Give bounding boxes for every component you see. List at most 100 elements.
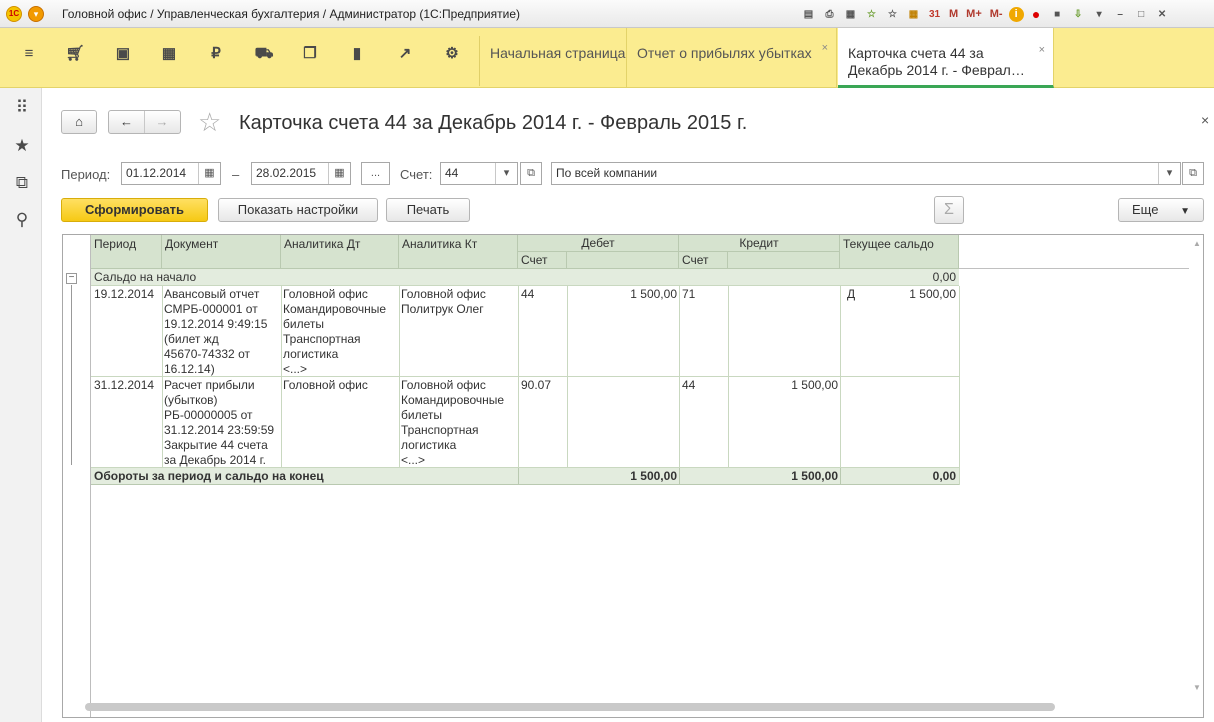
period-select-button[interactable]: ...: [361, 162, 390, 185]
date-from-field[interactable]: 01.12.2014 ▦: [121, 162, 221, 185]
dropdown-icon[interactable]: ▾: [1091, 6, 1108, 23]
stop-icon[interactable]: ■: [1049, 6, 1066, 23]
header-credit-account: Счет: [679, 252, 728, 269]
nav-buttons: ← →: [108, 110, 181, 134]
page-title: Карточка счета 44 за Декабрь 2014 г. - Ф…: [239, 112, 748, 134]
warehouse-icon[interactable]: ▦: [157, 42, 181, 66]
col-divider: [281, 286, 282, 468]
memory-m-button[interactable]: M: [947, 6, 960, 23]
apps-grid-icon[interactable]: ⠿: [11, 97, 33, 119]
favorite-add-icon[interactable]: ☆: [863, 6, 880, 23]
col-divider: [567, 286, 568, 468]
search-icon[interactable]: ⚲: [11, 209, 33, 231]
header-analytics-dt: Аналитика Дт: [281, 235, 399, 269]
totals-balance: 0,00: [932, 469, 956, 483]
menu-icon[interactable]: ≡: [17, 42, 41, 66]
print-preview-icon[interactable]: ▦: [842, 6, 859, 23]
close-window-icon[interactable]: ✕: [1154, 6, 1171, 23]
back-arrow-icon[interactable]: ←: [110, 111, 145, 133]
maximize-icon[interactable]: □: [1133, 6, 1150, 23]
tab-close-icon[interactable]: ×: [822, 42, 828, 54]
bag-icon[interactable]: ▣: [111, 42, 135, 66]
row-debit-amount: 1 500,00: [630, 287, 677, 301]
more-button[interactable]: Еще ▼: [1118, 198, 1204, 222]
table-row[interactable]: 19.12.2014 Авансовый отчет СМРБ-000001 от…: [91, 286, 959, 377]
tab-profit-report[interactable]: Отчет о прибылях убытках ×: [627, 28, 837, 88]
report-spreadsheet[interactable]: Период Документ Аналитика Дт Аналитика К…: [62, 234, 1204, 718]
calendar-icon[interactable]: 31: [926, 6, 943, 23]
totals-label: Обороты за период и сальдо на конец: [94, 469, 324, 483]
calendar-picker-icon[interactable]: ▦: [328, 163, 350, 184]
print-icon[interactable]: ⎙: [821, 6, 838, 23]
window-title: Головной офис / Управленческая бухгалтер…: [62, 7, 521, 21]
memory-m-minus-button[interactable]: M-: [988, 6, 1005, 23]
tab-account-card[interactable]: Карточка счета 44 за Декабрь 2014 г. - Фе…: [838, 28, 1054, 88]
header-credit-amount: [728, 252, 840, 269]
bar-chart-icon[interactable]: ▮: [345, 42, 369, 66]
col-divider: [679, 468, 680, 485]
row-balance: 1 500,00: [909, 287, 956, 301]
col-divider: [518, 286, 519, 468]
open-account-icon[interactable]: ⧉: [520, 162, 542, 185]
chevron-down-icon: ▼: [1180, 206, 1190, 217]
account-field[interactable]: 44 ▾: [440, 162, 518, 185]
row-period: 31.12.2014: [94, 378, 155, 392]
favorite-star-icon[interactable]: ☆: [198, 108, 221, 136]
calendar-picker-icon[interactable]: ▦: [198, 163, 220, 184]
tab-profit-report-label: Отчет о прибылях убытках: [637, 45, 812, 61]
sidebar: ⠿ ★ ⧉ ⚲: [0, 88, 42, 722]
col-divider: [162, 286, 163, 468]
col-divider: [840, 286, 841, 468]
header-debit-account: Счет: [518, 252, 567, 269]
calculator-icon[interactable]: ▦: [905, 6, 922, 23]
favorites-star-icon[interactable]: ★: [11, 135, 33, 157]
table-row[interactable]: 31.12.2014 Расчет прибыли (убытков) РБ-000…: [91, 377, 959, 468]
gear-icon[interactable]: ⚙: [440, 42, 464, 66]
record-icon[interactable]: ●: [1028, 6, 1045, 23]
sum-button[interactable]: Σ: [934, 196, 964, 224]
memory-m-plus-button[interactable]: M+: [964, 6, 984, 23]
home-button[interactable]: ⌂: [61, 110, 97, 134]
horizontal-scrollbar[interactable]: [85, 703, 1055, 711]
forward-arrow-icon[interactable]: →: [145, 111, 180, 133]
cart-icon[interactable]: 🛒︎: [63, 42, 87, 66]
minimize-icon[interactable]: –: [1112, 6, 1129, 23]
app-logo-icon[interactable]: 1С: [6, 6, 22, 22]
generate-button[interactable]: Сформировать: [61, 198, 208, 222]
row-document: Расчет прибыли (убытков) РБ-00000005 от 31.…: [164, 378, 275, 467]
collapse-group-icon[interactable]: −: [66, 273, 77, 284]
trend-icon[interactable]: ↗: [393, 42, 417, 66]
chevron-down-icon[interactable]: ▾: [495, 163, 517, 184]
tab-home[interactable]: Начальная страница: [480, 28, 627, 88]
main-menu-icon[interactable]: ▾: [28, 6, 44, 22]
header-period: Период: [91, 235, 162, 269]
scroll-up-icon[interactable]: ▲: [1193, 239, 1201, 248]
history-icon[interactable]: ⧉: [11, 172, 33, 194]
print-button[interactable]: Печать: [386, 198, 470, 222]
info-icon[interactable]: i: [1008, 6, 1024, 22]
organization-field[interactable]: По всей компании ▾: [551, 162, 1181, 185]
organization-value: По всей компании: [556, 166, 658, 180]
header-analytics-kt: Аналитика Кт: [399, 235, 518, 269]
tab-close-icon[interactable]: ×: [1039, 42, 1045, 59]
chevron-down-icon[interactable]: ▾: [1158, 163, 1180, 184]
ruble-icon[interactable]: ₽: [204, 42, 228, 66]
download-icon[interactable]: ⇩: [1070, 6, 1087, 23]
documents-icon[interactable]: ❐: [298, 42, 322, 66]
date-to-field[interactable]: 28.02.2015 ▦: [251, 162, 351, 185]
window-title-bar: 1С ▾ Головной офис / Управленческая бухг…: [0, 0, 1214, 28]
opening-balance: 0,00: [932, 270, 956, 284]
save-icon[interactable]: ▤: [800, 6, 817, 23]
row-analytics-kt: Головной офис Командировочные билеты Трансп…: [401, 378, 505, 467]
date-to-value: 28.02.2015: [256, 166, 317, 180]
opening-label: Сальдо на начало: [94, 270, 197, 284]
date-from-value: 01.12.2014: [126, 166, 187, 180]
favorites-icon[interactable]: ☆: [884, 6, 901, 23]
tree-gutter: [63, 235, 91, 717]
open-organization-icon[interactable]: ⧉: [1182, 162, 1204, 185]
scroll-down-icon[interactable]: ▼: [1193, 683, 1201, 692]
close-form-icon[interactable]: ×: [1201, 112, 1209, 128]
system-toolbar: ▤ ⎙ ▦ ☆ ☆ ▦ 31 M M+ M- i ● ■ ⇩ ▾ – □ ✕: [800, 5, 1171, 23]
truck-icon[interactable]: ⛟: [252, 42, 276, 66]
show-settings-button[interactable]: Показать настройки: [218, 198, 378, 222]
